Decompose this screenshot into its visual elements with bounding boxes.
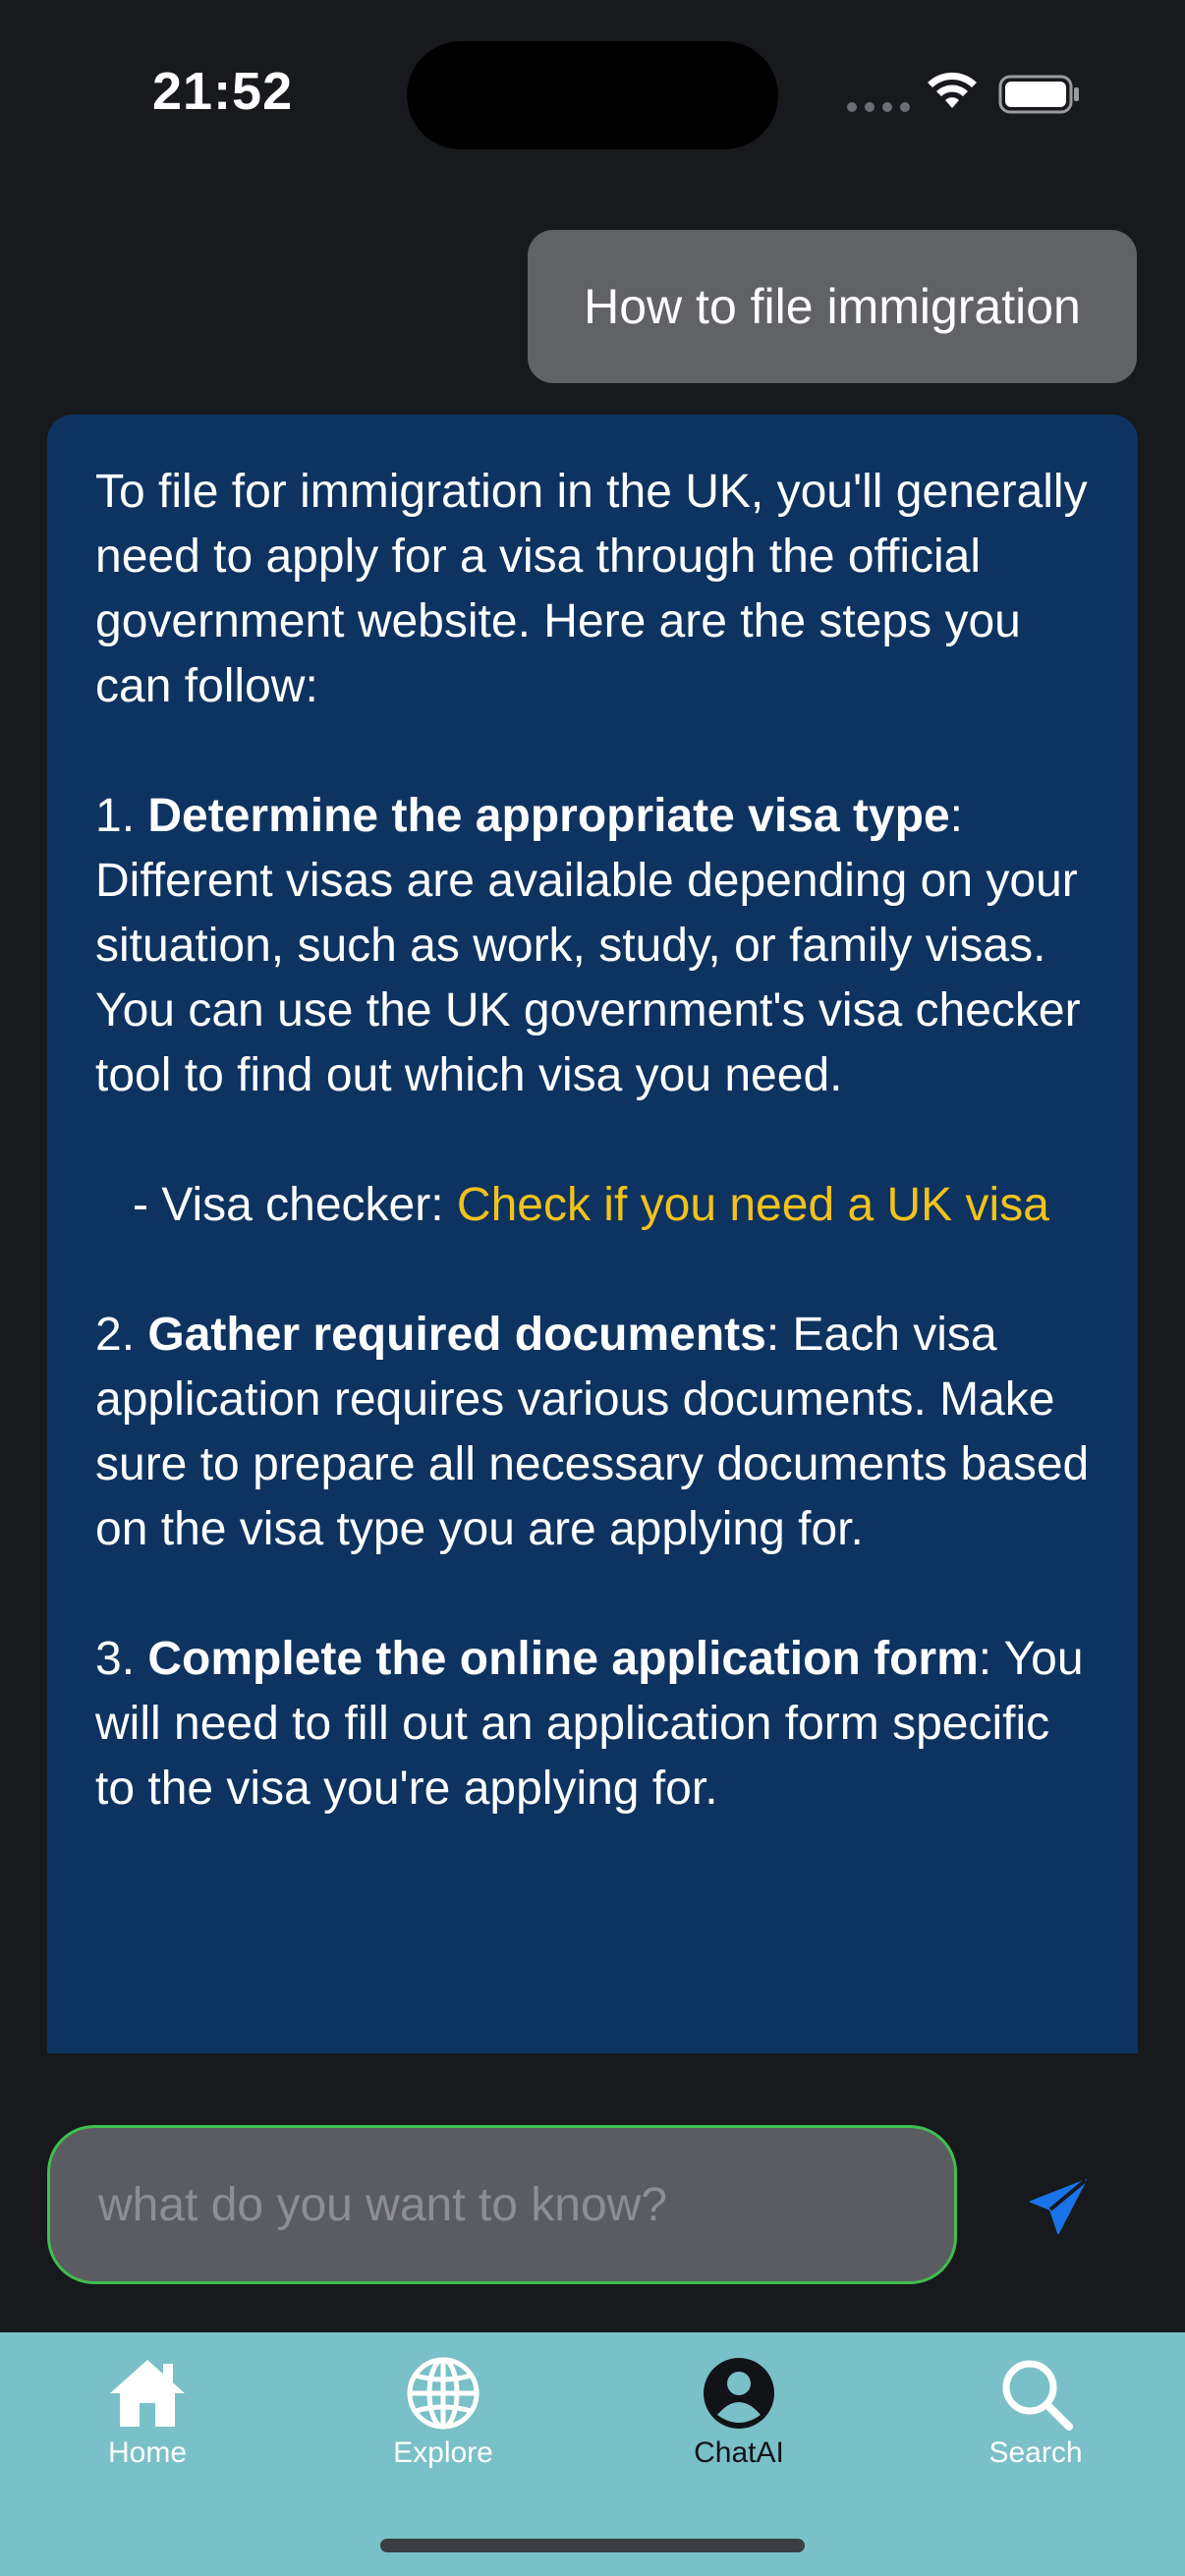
assistant-intro: To file for immigration in the UK, you'l… xyxy=(95,466,1088,712)
wifi-icon xyxy=(928,72,977,108)
message-input[interactable] xyxy=(96,2176,954,2233)
send-icon xyxy=(1030,2178,1088,2234)
step-1-number: 1. xyxy=(95,790,148,842)
user-message-bubble: How to file immigration xyxy=(528,230,1137,383)
assistant-step-3: 3. Complete the online application form:… xyxy=(95,1627,1091,1821)
tab-search[interactable]: Search xyxy=(937,2352,1134,2499)
person-icon xyxy=(704,2358,774,2429)
user-message-text: How to file immigration xyxy=(584,279,1081,334)
assistant-message-bubble: To file for immigration in the UK, you'l… xyxy=(47,415,1138,2053)
tab-home-label: Home xyxy=(107,2436,188,2469)
globe-icon xyxy=(407,2357,480,2430)
tab-explore[interactable]: Explore xyxy=(345,2352,541,2499)
visa-checker-line: - Visa checker: Check if you need a UK v… xyxy=(95,1173,1091,1238)
signal-icon xyxy=(847,102,910,112)
visa-checker-link[interactable]: Check if you need a UK visa xyxy=(457,1179,1049,1231)
search-icon xyxy=(1002,2360,1073,2431)
tab-explore-label: Explore xyxy=(393,2436,493,2469)
home-icon xyxy=(110,2360,185,2427)
tab-chatai[interactable]: ChatAI xyxy=(641,2352,837,2499)
assistant-step-2: 2. Gather required documents: Each visa … xyxy=(95,1303,1091,1562)
step-3-title: Complete the online application form xyxy=(147,1633,979,1685)
tab-chatai-label: ChatAI xyxy=(694,2436,784,2469)
tab-search-label: Search xyxy=(988,2436,1083,2469)
tab-home[interactable]: Home xyxy=(49,2352,246,2499)
message-input-container[interactable] xyxy=(47,2125,957,2284)
step-2-number: 2. xyxy=(95,1309,148,1361)
assistant-step-1: 1. Determine the appropriate visa type: … xyxy=(95,784,1091,1108)
battery-icon xyxy=(998,75,1079,114)
step-3-number: 3. xyxy=(95,1633,148,1685)
visa-checker-prefix: - Visa checker: xyxy=(133,1179,457,1231)
step-1-title: Determine the appropriate visa type xyxy=(147,790,950,842)
home-indicator xyxy=(380,2539,805,2552)
dynamic-island xyxy=(407,41,778,149)
step-2-title: Gather required documents xyxy=(147,1309,766,1361)
status-time: 21:52 xyxy=(152,62,294,121)
send-button[interactable] xyxy=(1022,2171,1095,2242)
chat-screen: 21:52 How to file immigration To file fo… xyxy=(0,0,1185,2576)
